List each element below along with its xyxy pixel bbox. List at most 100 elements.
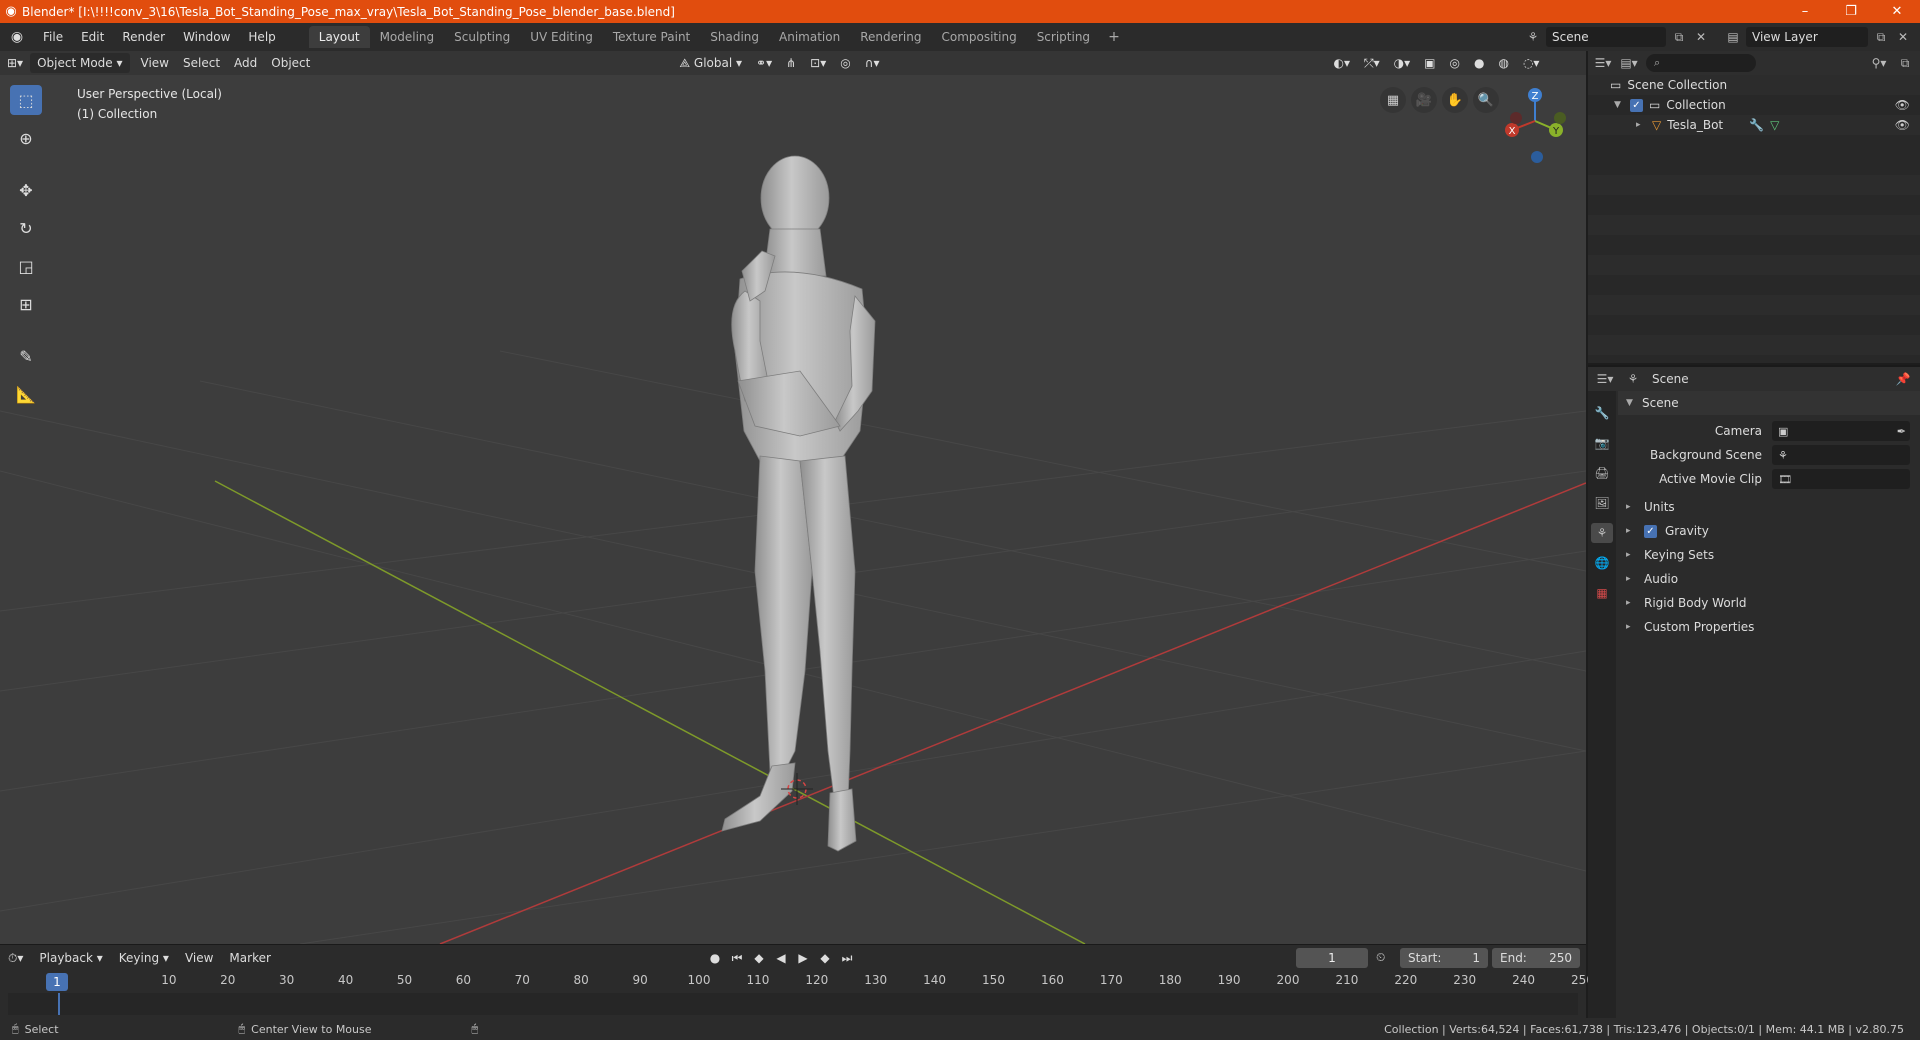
- play-icon[interactable]: ▶: [794, 949, 812, 967]
- falloff-icon[interactable]: ∩▾: [858, 53, 887, 73]
- measure-tool-icon[interactable]: 📐: [10, 379, 42, 409]
- render-tab-icon[interactable]: 📷: [1591, 433, 1613, 453]
- gizmo-neg-z-icon[interactable]: [1531, 151, 1543, 163]
- blender-menu-icon[interactable]: ◉: [0, 29, 34, 45]
- tab-rendering[interactable]: Rendering: [850, 26, 931, 48]
- output-tab-icon[interactable]: 🖨: [1591, 463, 1613, 483]
- mode-dropdown[interactable]: Object Mode ▾: [30, 53, 130, 73]
- movie-clip-field[interactable]: 🎞: [1772, 469, 1910, 489]
- pivot-point-icon[interactable]: ⚭▾: [749, 53, 779, 73]
- rendered-shading-icon[interactable]: ◌▾: [1516, 53, 1547, 73]
- timeline-menu-marker[interactable]: Marker: [221, 951, 278, 965]
- scene-tab-icon[interactable]: ⚘: [1591, 523, 1613, 543]
- view-layer-tab-icon[interactable]: 🖼: [1591, 493, 1613, 513]
- expand-custom-properties-icon[interactable]: ▸: [1626, 622, 1636, 632]
- gizmo-neg-x-icon[interactable]: [1510, 112, 1522, 124]
- menu-edit[interactable]: Edit: [72, 30, 113, 44]
- annotate-tool-icon[interactable]: ✎: [10, 341, 42, 371]
- menu-render[interactable]: Render: [113, 30, 174, 44]
- collapse-scene-panel-icon[interactable]: ▼: [1626, 398, 1636, 408]
- maximize-button[interactable]: ❐: [1828, 0, 1874, 23]
- timeline-editor-type-icon[interactable]: ⏱▾: [0, 951, 31, 966]
- snap-icon[interactable]: ⋔: [779, 53, 803, 73]
- material-shading-icon[interactable]: ◍: [1491, 53, 1515, 73]
- timeline-menu-playback[interactable]: Playback ▾: [31, 951, 110, 965]
- mesh-data-icon[interactable]: ▽: [1770, 118, 1779, 132]
- record-icon[interactable]: ●: [706, 949, 724, 967]
- scale-tool-icon[interactable]: ◲: [10, 251, 42, 281]
- play-reverse-icon[interactable]: ◀: [772, 949, 790, 967]
- expand-gravity-icon[interactable]: ▸: [1626, 526, 1636, 536]
- overlay-toggle-icon[interactable]: ◑▾: [1387, 53, 1418, 73]
- scene-icon[interactable]: ⚘: [1524, 30, 1542, 44]
- rotate-tool-icon[interactable]: ↻: [10, 213, 42, 243]
- transform-orientation-dropdown[interactable]: ⟁ Global ▾: [672, 53, 749, 73]
- preview-range-icon[interactable]: ⏲: [1376, 950, 1385, 965]
- view-layer-icon[interactable]: ▤: [1724, 30, 1742, 44]
- object-visibility-eye-icon[interactable]: 👁: [1895, 118, 1910, 132]
- gizmo-neg-y-icon[interactable]: [1554, 112, 1566, 124]
- tab-texture-paint[interactable]: Texture Paint: [603, 26, 700, 48]
- pan-hand-icon[interactable]: ✋: [1442, 87, 1468, 113]
- filter-icon[interactable]: ⚲▾: [1870, 56, 1888, 70]
- tab-scripting[interactable]: Scripting: [1027, 26, 1100, 48]
- delete-scene-icon[interactable]: ✕: [1692, 30, 1710, 44]
- xray-toggle-icon[interactable]: ▣: [1417, 53, 1442, 73]
- modifier-icon[interactable]: 🔧: [1749, 118, 1764, 132]
- timeline-menu-keying[interactable]: Keying ▾: [111, 951, 177, 965]
- timeline-menu-view[interactable]: View: [177, 951, 221, 965]
- view-layer-field[interactable]: View Layer: [1746, 27, 1868, 47]
- jump-start-icon[interactable]: ⏮: [728, 949, 746, 967]
- new-collection-icon[interactable]: ⧉: [1896, 56, 1914, 71]
- tool-tab-icon[interactable]: 🔧: [1591, 403, 1613, 423]
- outliner-search-input[interactable]: ⌕: [1646, 54, 1756, 72]
- toggle-grid-icon[interactable]: ▦: [1380, 87, 1406, 113]
- expand-object-icon[interactable]: ▸: [1636, 120, 1646, 130]
- menu-help[interactable]: Help: [239, 30, 284, 44]
- frame-ruler[interactable]: 10 20 30 40 50 60 70 80 90 100 110 120 130 140 150 160 1…: [8, 973, 1594, 991]
- tab-sculpting[interactable]: Sculpting: [444, 26, 520, 48]
- audio-panel-header[interactable]: ▸ Audio: [1618, 567, 1920, 591]
- minimize-button[interactable]: –: [1782, 0, 1828, 23]
- viewport-menu-select[interactable]: Select: [176, 53, 227, 73]
- expand-rigid-body-icon[interactable]: ▸: [1626, 598, 1636, 608]
- expand-audio-icon[interactable]: ▸: [1626, 574, 1636, 584]
- navigation-gizmo[interactable]: Z Y X: [1505, 88, 1566, 163]
- world-tab-icon[interactable]: 🌐: [1591, 553, 1613, 573]
- tab-shading[interactable]: Shading: [700, 26, 769, 48]
- expand-keying-sets-icon[interactable]: ▸: [1626, 550, 1636, 560]
- add-workspace-icon[interactable]: +: [1100, 26, 1128, 48]
- visibility-icon[interactable]: ◐▾: [1327, 53, 1358, 73]
- cursor-tool-icon[interactable]: ⊕: [10, 123, 42, 153]
- proportional-edit-icon[interactable]: ◎: [833, 53, 857, 73]
- menu-window[interactable]: Window: [174, 30, 239, 44]
- new-scene-icon[interactable]: ⧉: [1670, 30, 1688, 45]
- tab-compositing[interactable]: Compositing: [931, 26, 1026, 48]
- jump-end-icon[interactable]: ⏭: [838, 949, 856, 967]
- texture-tab-icon[interactable]: ▦: [1591, 583, 1613, 603]
- menu-file[interactable]: File: [34, 30, 72, 44]
- rigid-body-world-panel-header[interactable]: ▸ Rigid Body World: [1618, 591, 1920, 615]
- properties-editor-type-icon[interactable]: ☰▾: [1596, 372, 1614, 386]
- new-view-layer-icon[interactable]: ⧉: [1872, 30, 1890, 45]
- outliner-row-tesla-bot[interactable]: ▸ ▽ Tesla_Bot 🔧 ▽ 👁: [1588, 115, 1920, 135]
- tab-modeling[interactable]: Modeling: [370, 26, 445, 48]
- viewport-menu-object[interactable]: Object: [264, 53, 317, 73]
- collection-visibility-eye-icon[interactable]: 👁: [1895, 98, 1910, 112]
- outliner-editor-type-icon[interactable]: ☰▾: [1594, 56, 1612, 70]
- select-box-tool-icon[interactable]: ⬚: [10, 85, 42, 115]
- zoom-icon[interactable]: 🔍: [1473, 87, 1499, 113]
- tab-uv-editing[interactable]: UV Editing: [520, 26, 603, 48]
- scene-name-field[interactable]: Scene: [1546, 27, 1666, 47]
- 3d-viewport[interactable]: Z Y X ⊞▾ Object Mode ▾ View Select Add O…: [0, 51, 1586, 944]
- close-button[interactable]: ✕: [1874, 0, 1920, 23]
- start-frame-field[interactable]: Start: 1: [1400, 948, 1488, 968]
- snap-target-icon[interactable]: ⊡▾: [803, 53, 833, 73]
- outliner-row-scene-collection[interactable]: ▭ Scene Collection: [1588, 75, 1920, 95]
- camera-field[interactable]: ▣ ✒: [1772, 421, 1910, 441]
- viewport-menu-add[interactable]: Add: [227, 53, 264, 73]
- custom-properties-panel-header[interactable]: ▸ Custom Properties: [1618, 615, 1920, 639]
- display-mode-icon[interactable]: ▤▾: [1620, 56, 1638, 70]
- gizmo-toggle-icon[interactable]: ⤱▾: [1357, 53, 1387, 73]
- camera-view-icon[interactable]: 🎥: [1411, 87, 1437, 113]
